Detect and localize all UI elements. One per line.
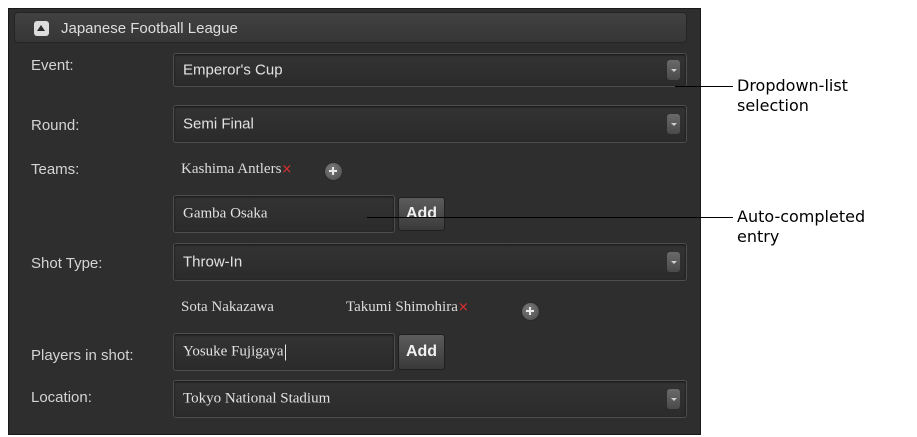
add-team-button[interactable]: Add [398,197,445,231]
shot-type-value: Throw-In [183,253,243,271]
dropdown-arrow-icon[interactable] [667,252,680,272]
add-player-button[interactable]: Add [398,334,445,370]
callout-dropdown: Dropdown-list selection [737,76,848,116]
section-title: Japanese Football League [61,20,238,37]
event-value: Emperor's Cup [183,61,283,79]
remove-x-icon[interactable]: × [458,300,469,315]
teams-label: Teams: [31,161,80,178]
remove-x-icon[interactable]: × [281,162,292,177]
round-value: Semi Final [183,115,254,133]
team-tag-label: Kashima Antlers [181,161,282,177]
player-tag: Sota Nakazawa [181,299,274,315]
round-dropdown[interactable]: Semi Final [173,105,687,143]
player-tag-label: Takumi Shimohira [346,299,458,315]
location-value: Tokyo National Stadium [183,390,331,407]
callout-autocomplete: Auto-completed entry [737,207,865,247]
location-label: Location: [31,389,92,406]
team-tag: Kashima Antlers× [181,161,292,178]
chevron-up-icon[interactable] [34,21,49,36]
player-input-text: Yosuke Fujigaya [183,344,286,361]
dropdown-arrow-icon[interactable] [667,389,680,409]
event-label: Event: [31,57,74,74]
round-label: Round: [31,117,80,134]
player-input[interactable]: Yosuke Fujigaya [173,333,395,371]
dropdown-arrow-icon[interactable] [667,114,680,134]
callout-autocomplete-line2: entry [737,227,780,246]
callout-line-autocomplete [367,217,733,218]
callout-autocomplete-line1: Auto-completed [737,207,866,226]
callout-dropdown-line2: selection [737,96,809,115]
players-label: Players in shot: [31,347,134,364]
team-input[interactable]: Gamba Osaka [173,195,395,233]
player-tag: Takumi Shimohira× [346,299,469,316]
player-input-value: Yosuke Fujigaya [183,343,284,360]
location-dropdown[interactable]: Tokyo National Stadium [173,380,687,418]
add-team-icon[interactable] [324,162,343,181]
callout-line-dropdown [675,86,733,87]
text-cursor [284,344,286,361]
team-input-value: Gamba Osaka [183,205,268,222]
shot-type-dropdown[interactable]: Throw-In [173,243,687,281]
event-dropdown[interactable]: Emperor's Cup [173,53,687,87]
shot-type-label: Shot Type: [31,255,103,272]
add-player-icon[interactable] [521,302,540,321]
dropdown-arrow-icon[interactable] [667,60,680,80]
section-header[interactable]: Japanese Football League [14,12,687,43]
callout-dropdown-line1: Dropdown-list [737,76,848,95]
